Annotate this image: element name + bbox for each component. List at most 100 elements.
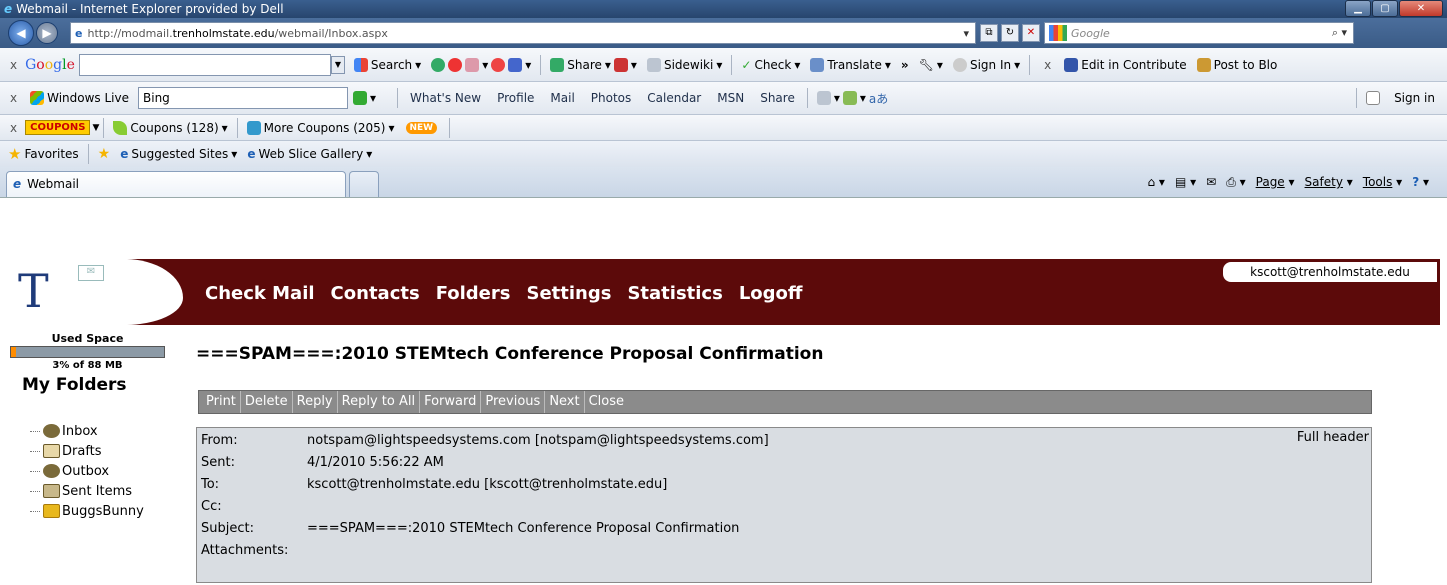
red-swirl-icon-2: [491, 57, 506, 72]
translate-tool-icon: aあ: [868, 91, 889, 106]
search-icon[interactable]: ⌕ ▾: [1332, 26, 1353, 40]
coupons-button[interactable]: Coupons (128) ▾: [113, 120, 228, 135]
live-link-photos[interactable]: Photos: [591, 91, 631, 105]
full-header-link[interactable]: Full header: [1297, 428, 1369, 448]
feeds-button[interactable]: ▤ ▾: [1175, 175, 1196, 189]
tools-menu[interactable]: Tools ▾: [1363, 175, 1402, 189]
google-search-button[interactable]: Search ▾: [353, 57, 421, 72]
url-prefix: http://modmail.: [87, 26, 173, 40]
more-button[interactable]: »: [901, 58, 909, 72]
delete-action[interactable]: Delete: [241, 391, 293, 413]
google-signin-button[interactable]: Sign In ▾: [952, 57, 1020, 72]
used-space-value: 3% of 88 MB: [52, 360, 123, 371]
used-space-label: Used Space: [51, 332, 124, 345]
folder-drafts[interactable]: Drafts: [30, 441, 170, 461]
nav-logoff[interactable]: Logoff: [739, 283, 803, 304]
favorites-bar: ★ Favorites ★ e Suggested Sites ▾ e Web Sli…: [0, 141, 1447, 167]
folder-outbox[interactable]: Outbox: [30, 461, 170, 481]
ie-logo-icon: e: [4, 2, 13, 16]
compat-view-icon[interactable]: ⧉: [980, 24, 998, 42]
sidewiki-button[interactable]: Sidewiki ▾: [646, 57, 722, 72]
folder-inbox[interactable]: Inbox: [30, 421, 170, 441]
page-menu[interactable]: Page ▾: [1256, 175, 1295, 189]
nav-check-mail[interactable]: Check Mail: [205, 283, 315, 304]
forward-button[interactable]: ▶: [36, 22, 58, 44]
add-favorite-button[interactable]: ★: [98, 146, 111, 162]
google-search-input[interactable]: [78, 53, 331, 76]
header-row-attachments: Attachments:: [201, 542, 289, 558]
nav-contacts[interactable]: Contacts: [331, 283, 420, 304]
blog-icon: [1196, 57, 1211, 72]
folder-sent-items[interactable]: Sent Items: [30, 481, 170, 501]
print-button[interactable]: ⎙ ▾: [1226, 175, 1245, 190]
live-link-calendar[interactable]: Calendar: [647, 91, 701, 105]
web-slice-gallery-link[interactable]: e Web Slice Gallery ▾: [247, 147, 372, 161]
close-window-button[interactable]: ✕: [1399, 0, 1443, 17]
home-button[interactable]: ⌂ ▾: [1147, 175, 1164, 189]
live-link-whats-new[interactable]: What's New: [410, 91, 481, 105]
highlight-icon: [613, 57, 628, 72]
address-toolbar: ◀ ▶ e http://modmail. trenholmstate.edu/w…: [0, 18, 1447, 48]
live-link-msn[interactable]: MSN: [717, 91, 744, 105]
wrench-button[interactable]: 🔧︎ ▾: [919, 58, 943, 72]
close-contribute-icon[interactable]: x: [1044, 58, 1051, 72]
inbox-icon: [43, 424, 60, 438]
edit-tool-icon: [842, 91, 857, 105]
folder-buggsbunny[interactable]: BuggsBunny: [30, 501, 170, 521]
coupons-logo[interactable]: COUPONS: [25, 120, 91, 135]
highlight-tool-icon: [816, 91, 831, 105]
read-mail-button[interactable]: ✉: [1206, 175, 1216, 189]
live-link-share[interactable]: Share: [760, 91, 795, 105]
live-tools-buttons[interactable]: ▾ ▾ aあ: [816, 90, 889, 107]
back-button[interactable]: ◀: [8, 20, 34, 46]
refresh-icon[interactable]: ↻: [1001, 24, 1019, 42]
bing-search-input[interactable]: Bing: [138, 87, 348, 109]
edit-in-contribute-button[interactable]: Edit in Contribute: [1064, 57, 1187, 72]
close-toolbar-icon[interactable]: x: [10, 58, 17, 72]
nav-statistics[interactable]: Statistics: [627, 283, 722, 304]
safety-menu[interactable]: Safety ▾: [1305, 175, 1353, 189]
suggested-sites-link[interactable]: e Suggested Sites ▾: [120, 147, 237, 161]
help-button[interactable]: ? ▾: [1412, 175, 1429, 189]
candy-icon: [465, 57, 480, 72]
nav-folders[interactable]: Folders: [436, 283, 511, 304]
nav-settings[interactable]: Settings: [526, 283, 611, 304]
stop-icon[interactable]: ✕: [1022, 24, 1040, 42]
print-action[interactable]: Print: [202, 391, 241, 413]
close-live-toolbar-icon[interactable]: x: [10, 91, 17, 105]
previous-action[interactable]: Previous: [481, 391, 546, 413]
tab-webmail[interactable]: e Webmail: [6, 170, 346, 197]
address-input[interactable]: e http://modmail. trenholmstate.edu/webma…: [70, 22, 976, 44]
close-action[interactable]: Close: [585, 391, 628, 413]
next-action[interactable]: Next: [545, 391, 585, 413]
windows-live-toolbar: x Windows Live Bing ▾ What's New Profile…: [0, 82, 1447, 115]
more-coupons-button[interactable]: More Coupons (205) ▾: [246, 120, 395, 135]
forward-action[interactable]: Forward: [420, 391, 482, 413]
google-search-dropdown[interactable]: ▼: [330, 55, 345, 74]
maximize-button[interactable]: ▢: [1372, 0, 1398, 17]
coupon-leaf-icon: [113, 120, 128, 135]
search-box[interactable]: Google ⌕ ▾: [1044, 22, 1354, 44]
live-link-mail[interactable]: Mail: [550, 91, 574, 105]
toolbar-buttons[interactable]: ▾ ▾: [431, 57, 531, 72]
reply-all-action[interactable]: Reply to All: [338, 391, 421, 413]
new-tab-button[interactable]: [349, 170, 379, 197]
bing-search-button[interactable]: ▾: [353, 91, 376, 105]
translate-button[interactable]: Translate ▾: [810, 57, 891, 72]
live-link-profile[interactable]: Profile: [497, 91, 534, 105]
minimize-button[interactable]: ▁: [1345, 0, 1371, 17]
to-value: kscott@trenholmstate.edu [kscott@trenhol…: [307, 476, 668, 492]
live-signin-button[interactable]: Sign in: [1366, 91, 1435, 105]
post-to-blog-button[interactable]: Post to Blo: [1196, 57, 1277, 72]
favorites-button[interactable]: ★ Favorites: [8, 145, 79, 163]
windows-live-brand[interactable]: Windows Live: [30, 91, 129, 105]
reply-action[interactable]: Reply: [293, 391, 338, 413]
close-coupon-toolbar-icon[interactable]: x: [10, 121, 17, 135]
spellcheck-button[interactable]: ✓ Check ▾: [741, 58, 800, 72]
subject-value: ===SPAM===:2010 STEMtech Conference Prop…: [307, 520, 740, 536]
address-dropdown-icon[interactable]: ▾: [963, 27, 975, 40]
windows-live-icon: [30, 91, 45, 105]
url-domain: trenholmstate.edu: [172, 26, 275, 40]
share-button[interactable]: Share ▾ ▾: [550, 57, 637, 72]
college-logo: T ✉: [8, 259, 183, 325]
